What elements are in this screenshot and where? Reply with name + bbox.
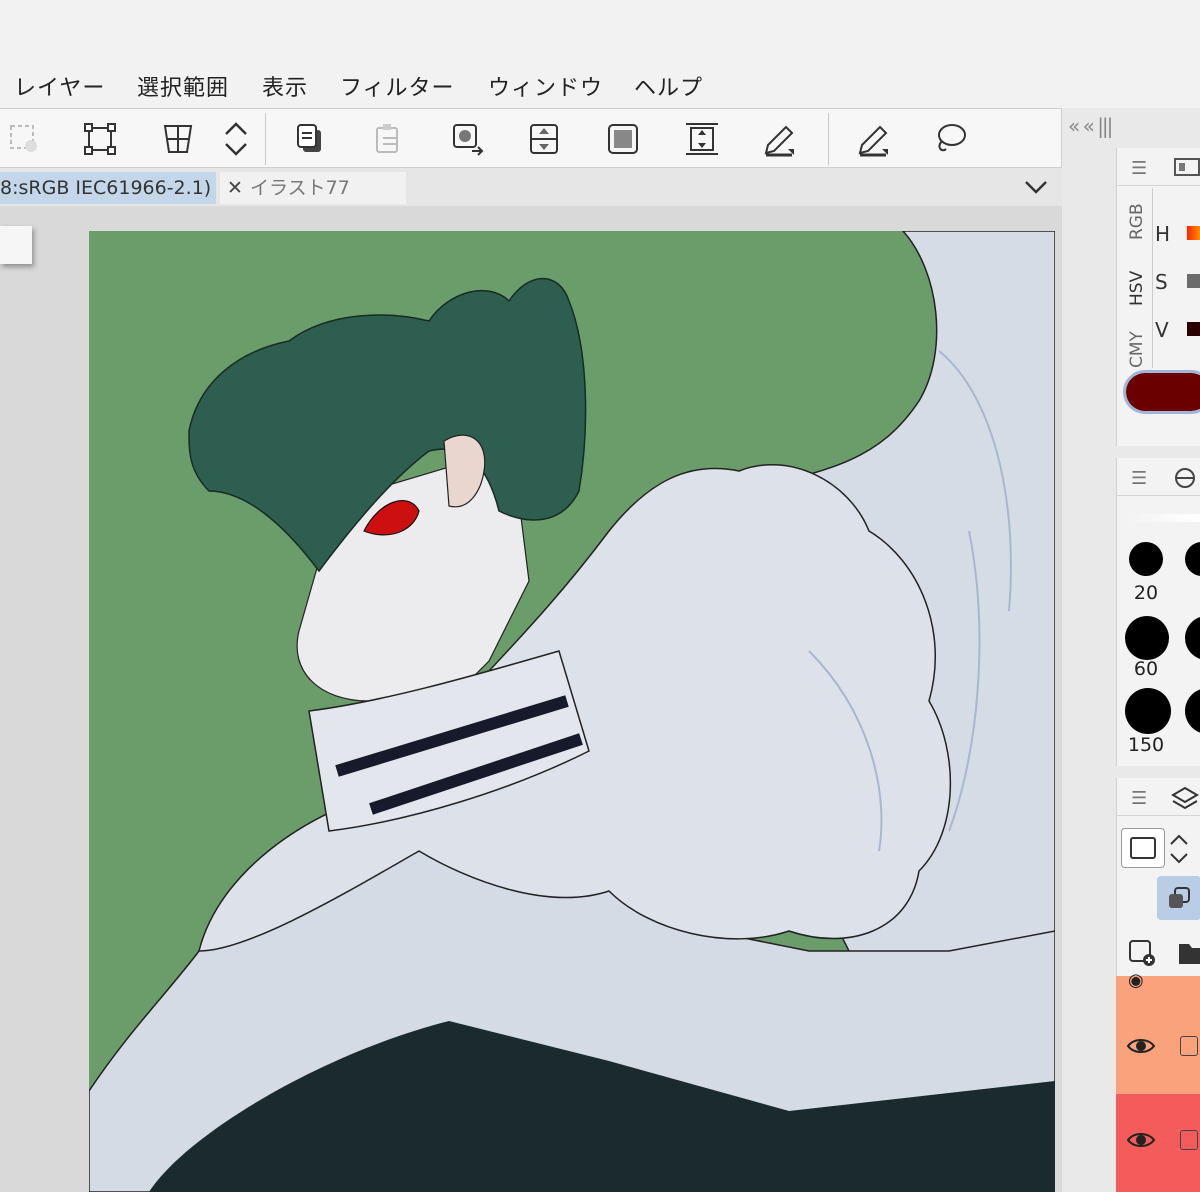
brush-size-dot[interactable] bbox=[1185, 616, 1200, 660]
brush-size-dot[interactable] bbox=[1185, 542, 1200, 576]
toolbar-separator bbox=[265, 113, 266, 165]
brush-panel-header: ☰ bbox=[1117, 458, 1200, 496]
artwork-canvas[interactable] bbox=[89, 231, 1055, 1192]
layers-tab-icon[interactable] bbox=[1171, 784, 1199, 812]
hue-label: H bbox=[1155, 222, 1171, 246]
new-layer-icon[interactable] bbox=[1127, 938, 1157, 968]
navigator-handle[interactable] bbox=[0, 226, 32, 264]
brush-size-dot[interactable] bbox=[1185, 688, 1200, 734]
color-mode-cmy-tab[interactable]: CMY bbox=[1127, 331, 1147, 368]
menu-view[interactable]: 表示 bbox=[262, 70, 308, 102]
clip-icon bbox=[1169, 887, 1190, 908]
panel-collapse-controls[interactable]: « « ||| bbox=[1062, 108, 1200, 148]
panel-menu-icon[interactable]: ☰ bbox=[1131, 158, 1147, 179]
toolbar-separator bbox=[828, 113, 829, 165]
right-panel-column: « « ||| ☰ RGB HSV CMY H S V ☰ 20 60 150 … bbox=[1062, 108, 1200, 1192]
color-mode-tabs: RGB HSV CMY bbox=[1117, 188, 1153, 368]
app-window: レイヤー 選択範囲 表示 フィルター ウィンドウ ヘルプ 8:sRGB IEC6… bbox=[0, 0, 1200, 1192]
document-tab-bar: 8:sRGB IEC61966-2.1) ✕ イラスト77 bbox=[0, 168, 1062, 206]
value-label: V bbox=[1155, 318, 1169, 342]
brush-size-20-label: 20 bbox=[1133, 582, 1159, 604]
layer-row[interactable]: ◉ bbox=[1116, 970, 1200, 1002]
menu-window[interactable]: ウィンドウ bbox=[488, 70, 603, 102]
brush-size-panel: ☰ 20 60 150 bbox=[1116, 458, 1200, 766]
tab-close-icon[interactable]: ✕ bbox=[220, 172, 250, 204]
pen-icon[interactable] bbox=[760, 119, 800, 159]
current-color-fill bbox=[1126, 373, 1200, 411]
canvas-workspace[interactable] bbox=[0, 206, 1062, 1192]
brush-size-150-dot[interactable] bbox=[1125, 688, 1171, 734]
brush-size-60-dot[interactable] bbox=[1125, 616, 1169, 660]
menu-help[interactable]: ヘルプ bbox=[634, 70, 703, 102]
copy-icon[interactable] bbox=[290, 119, 330, 159]
blend-stepper-icon[interactable] bbox=[1167, 830, 1191, 868]
saturation-label: S bbox=[1155, 270, 1168, 294]
layer-checkbox[interactable] bbox=[1180, 1036, 1198, 1056]
layer-row-selected[interactable] bbox=[1116, 1094, 1200, 1192]
lasso-icon[interactable] bbox=[930, 119, 970, 159]
layer-row[interactable] bbox=[1116, 1002, 1200, 1094]
distort-icon[interactable] bbox=[158, 119, 198, 159]
tab-active-document[interactable]: 8:sRGB IEC61966-2.1) bbox=[0, 172, 216, 204]
value-slider[interactable] bbox=[1187, 322, 1200, 336]
menu-filter[interactable]: フィルター bbox=[340, 70, 455, 102]
fit-canvas-icon[interactable] bbox=[682, 119, 722, 159]
eye-icon[interactable]: ◉ bbox=[1128, 970, 1144, 991]
layer-panel-header: ☰ bbox=[1117, 778, 1200, 816]
paste-icon[interactable] bbox=[368, 119, 408, 159]
color-mode-hsv-tab[interactable]: HSV bbox=[1127, 271, 1147, 306]
chevron-updown-icon[interactable] bbox=[216, 119, 256, 159]
tab-active-label: 8:sRGB IEC61966-2.1) bbox=[0, 177, 212, 199]
menu-layer[interactable]: レイヤー bbox=[14, 70, 105, 102]
transform-icon[interactable] bbox=[80, 119, 120, 159]
toolbar bbox=[0, 108, 1062, 168]
blend-mode-swatch bbox=[1130, 837, 1156, 859]
tab-illust77[interactable]: ✕ イラスト77 bbox=[220, 172, 406, 204]
tab-inactive-label: イラスト77 bbox=[250, 177, 350, 199]
fill-selection-icon[interactable] bbox=[603, 119, 643, 159]
pen-alt-icon[interactable] bbox=[854, 119, 894, 159]
menu-bar: レイヤー 選択範囲 表示 フィルター ウィンドウ ヘルプ bbox=[0, 0, 1200, 108]
panel-menu-icon[interactable]: ☰ bbox=[1131, 468, 1147, 489]
brush-size-20-dot[interactable] bbox=[1129, 542, 1163, 576]
color-panel: ☰ RGB HSV CMY H S V bbox=[1116, 148, 1200, 446]
hue-slider[interactable] bbox=[1187, 226, 1200, 240]
eye-icon[interactable] bbox=[1126, 1130, 1156, 1150]
flip-vertical-icon[interactable] bbox=[524, 119, 564, 159]
brush-size-150-label: 150 bbox=[1127, 734, 1165, 756]
eye-icon[interactable] bbox=[1126, 1036, 1156, 1056]
saturation-slider[interactable] bbox=[1187, 274, 1200, 288]
clip-layer-button[interactable] bbox=[1157, 876, 1200, 920]
deselect-icon[interactable] bbox=[4, 119, 44, 159]
brush-stroke-preview bbox=[1127, 514, 1200, 522]
color-tab-icon[interactable] bbox=[1173, 156, 1200, 178]
tab-list-chevron-down-icon[interactable] bbox=[1022, 174, 1050, 200]
panel-menu-icon[interactable]: ☰ bbox=[1131, 788, 1147, 809]
color-mode-rgb-tab[interactable]: RGB bbox=[1127, 203, 1147, 240]
brush-size-60-label: 60 bbox=[1133, 658, 1159, 680]
brush-size-tab-icon[interactable] bbox=[1171, 466, 1199, 490]
color-panel-header: ☰ bbox=[1117, 148, 1200, 186]
blend-mode-select[interactable] bbox=[1121, 828, 1165, 868]
new-folder-icon[interactable] bbox=[1177, 938, 1200, 966]
current-color-swatch[interactable] bbox=[1123, 370, 1200, 414]
layer-checkbox[interactable] bbox=[1180, 1130, 1198, 1150]
menu-selection[interactable]: 選択範囲 bbox=[137, 70, 229, 102]
rotate-canvas-icon[interactable] bbox=[448, 119, 488, 159]
